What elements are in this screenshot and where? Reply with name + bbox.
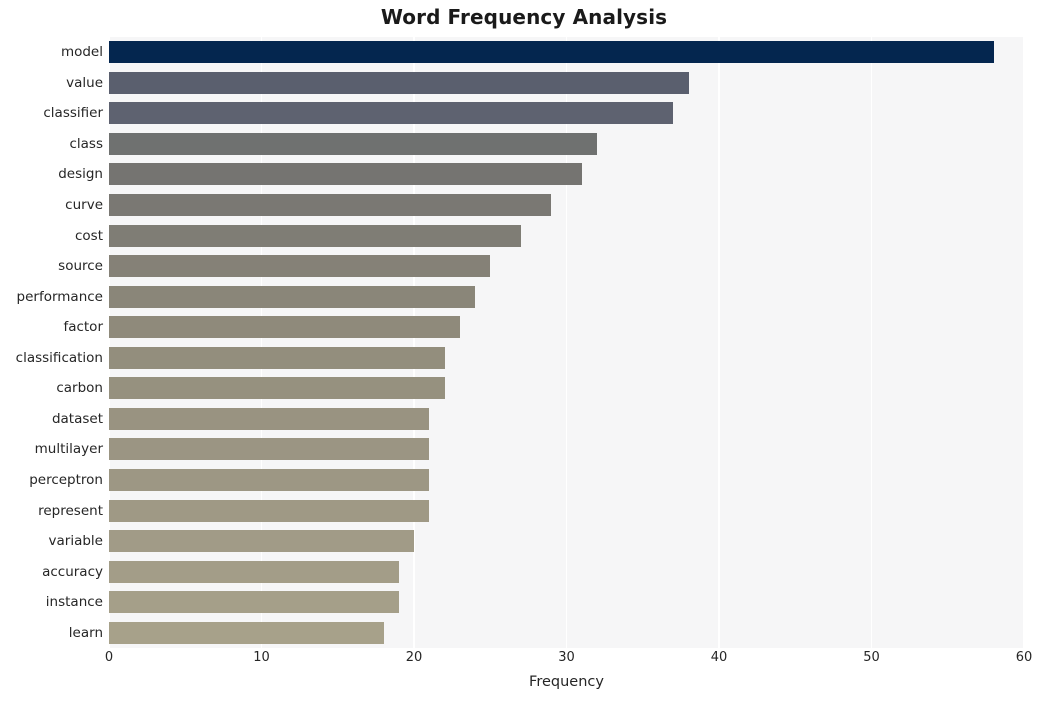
y-tick-label-accuracy: accuracy — [42, 563, 103, 580]
y-tick-label-carbon: carbon — [56, 380, 103, 397]
y-tick-label-curve: curve — [65, 197, 103, 214]
x-axis-label: Frequency — [529, 674, 604, 690]
bar-value[interactable] — [109, 71, 689, 94]
bar-dataset[interactable] — [109, 407, 430, 430]
y-tick-label-factor: factor — [63, 319, 103, 336]
bar-carbon[interactable] — [109, 377, 445, 400]
bar-class[interactable] — [109, 132, 597, 155]
y-tick-label-instance: instance — [45, 594, 103, 611]
x-tick-label-0: 0 — [104, 650, 114, 665]
bar-classification[interactable] — [109, 346, 445, 369]
y-tick-label-design: design — [58, 166, 103, 183]
y-tick-label-class: class — [69, 135, 103, 152]
bar-row — [109, 495, 1024, 526]
y-tick-label-source: source — [58, 258, 103, 275]
y-tick-label-represent: represent — [38, 502, 103, 519]
bar-row — [109, 465, 1024, 496]
bar-row — [109, 159, 1024, 190]
bar-row — [109, 404, 1024, 435]
bar-represent[interactable] — [109, 499, 430, 522]
bar-row — [109, 312, 1024, 343]
y-tick-label-value: value — [66, 74, 103, 91]
bar-row — [109, 617, 1024, 648]
y-tick-label-classifier: classifier — [43, 105, 103, 122]
plot-area — [109, 37, 1024, 648]
bar-row — [109, 68, 1024, 99]
bar-row — [109, 587, 1024, 618]
bar-row — [109, 373, 1024, 404]
bar-row — [109, 220, 1024, 251]
bar-curve[interactable] — [109, 194, 552, 217]
bar-row — [109, 251, 1024, 282]
x-tick-label-30: 30 — [558, 650, 575, 665]
x-axis-spine — [109, 648, 1024, 649]
y-tick-label-performance: performance — [16, 288, 103, 305]
bar-row — [109, 190, 1024, 221]
y-tick-label-multilayer: multilayer — [34, 441, 103, 458]
bar-design[interactable] — [109, 163, 582, 186]
bar-row — [109, 526, 1024, 557]
bar-learn[interactable] — [109, 621, 384, 644]
x-tick-label-50: 50 — [863, 650, 880, 665]
x-tick-label-60: 60 — [1015, 650, 1033, 665]
bar-row — [109, 281, 1024, 312]
chart-figure: Word Frequency Analysis model value classi… — [0, 0, 1048, 701]
bar-source[interactable] — [109, 255, 491, 278]
bar-row — [109, 98, 1024, 129]
bar-model[interactable] — [109, 41, 994, 64]
bar-cost[interactable] — [109, 224, 521, 247]
x-tick-label-20: 20 — [405, 650, 423, 665]
y-tick-label-variable: variable — [48, 533, 103, 550]
bar-perceptron[interactable] — [109, 468, 430, 491]
chart-title: Word Frequency Analysis — [380, 5, 668, 29]
x-axis-tick-labels: 0 10 20 30 40 50 60 — [0, 650, 1048, 674]
bar-row — [109, 556, 1024, 587]
y-tick-label-perceptron: perceptron — [29, 471, 103, 488]
bar-variable[interactable] — [109, 530, 414, 553]
y-axis-tick-labels: model value classifier class design curve cost… — [0, 37, 103, 648]
bar-classifier[interactable] — [109, 102, 674, 125]
bar-instance[interactable] — [109, 591, 399, 614]
bar-row — [109, 129, 1024, 160]
y-tick-label-learn: learn — [68, 624, 103, 641]
y-tick-label-cost: cost — [74, 227, 103, 244]
y-tick-label-classification: classification — [15, 349, 103, 366]
y-tick-label-dataset: dataset — [51, 410, 103, 427]
bar-factor[interactable] — [109, 316, 460, 339]
bar-accuracy[interactable] — [109, 560, 399, 583]
x-tick-label-10: 10 — [253, 650, 270, 665]
x-tick-label-40: 40 — [710, 650, 728, 665]
bar-row — [109, 37, 1024, 68]
bar-performance[interactable] — [109, 285, 475, 308]
bar-row — [109, 343, 1024, 374]
y-tick-label-model: model — [60, 44, 103, 61]
bar-row — [109, 434, 1024, 465]
bar-multilayer[interactable] — [109, 438, 430, 461]
